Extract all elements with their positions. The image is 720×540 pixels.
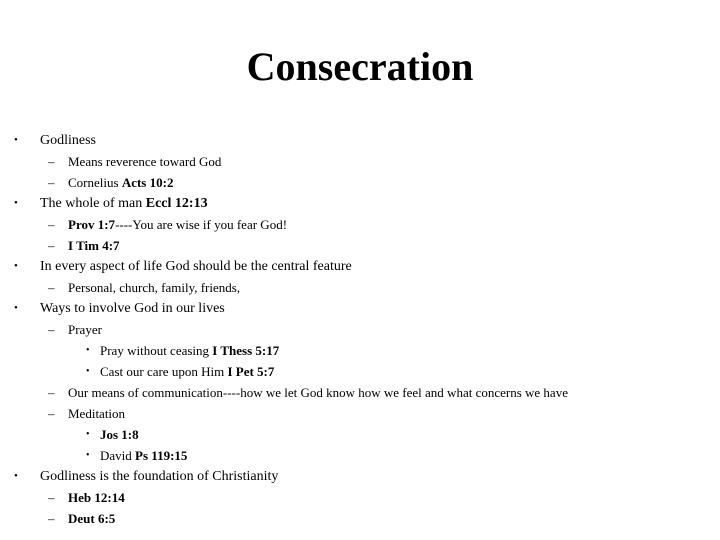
bullet-marker-level1: • [14,134,18,146]
bullet-text: David Ps 119:15 [100,445,187,466]
bullet-text: The whole of man Eccl 12:13 [40,193,208,214]
bullet-text: Prayer [68,319,102,340]
bullet-text-segment: Pray without ceasing [100,343,213,358]
bullet-line: • The whole of man Eccl 12:13 [0,193,720,214]
bullet-text: Heb 12:14 [68,487,125,508]
bullet-marker-level1: • [14,197,18,209]
bullet-text-segment: Means reverence toward God [68,154,222,169]
bullet-text-segment: ----You are wise if you fear God! [115,217,288,232]
scripture-reference: Heb 12:14 [68,490,125,505]
bullet-marker-level2: – [48,385,55,400]
bullet-line: • David Ps 119:15 [0,445,720,466]
bullet-text-segment: Personal, church, family, friends, [68,280,241,295]
slide-title: Consecration [246,44,474,89]
scripture-reference: I Thess 5:17 [212,343,280,358]
bullet-marker-level2: – [48,154,55,169]
bullet-marker-level2: – [48,406,55,421]
bullet-text: Godliness [40,130,96,151]
bullet-marker-level3: • [86,429,90,440]
bullet-line: • Ways to involve God in our lives [0,298,720,319]
bullet-text: Pray without ceasing I Thess 5:17 [100,340,279,361]
bullet-text-segment: Godliness is the foundation of Christian… [40,469,279,484]
bullet-text: Meditation [68,403,125,424]
bullet-marker-level1: • [14,260,18,272]
bullet-text: In every aspect of life God should be th… [40,256,352,277]
scripture-reference: I Pet 5:7 [227,364,275,379]
bullet-marker-level1: • [14,470,18,482]
bullet-line: • Pray without ceasing I Thess 5:17 [0,340,720,361]
scripture-reference: Acts 10:2 [121,175,174,190]
bullet-text-segment: Prayer [68,322,102,337]
bullet-text: Godliness is the foundation of Christian… [40,466,278,487]
bullet-line: • Cast our care upon Him I Pet 5:7 [0,361,720,382]
bullet-line: – Heb 12:14 [0,487,720,508]
bullet-text: Jos 1:8 [100,424,139,445]
scripture-reference: Deut 6:5 [68,511,116,526]
bullet-text-segment: The whole of man [40,196,146,211]
bullet-marker-level2: – [48,490,55,505]
bullet-text: Prov 1:7----You are wise if you fear God… [68,214,287,235]
bullet-text-segment: Cast our care upon Him [100,364,228,379]
bullet-line: • Jos 1:8 [0,424,720,445]
bullet-text: Ways to involve God in our lives [40,298,225,319]
bullet-line: – Prov 1:7----You are wise if you fear Go… [0,214,720,235]
bullet-marker-level2: – [48,280,55,295]
bullet-marker-level3: • [86,450,90,461]
bullet-text-segment: Ways to involve God in our lives [40,301,225,316]
presentation-slide: Consecration • Godliness – Means reverence … [0,0,720,540]
bullet-line: – Prayer [0,319,720,340]
bullet-line: • Godliness is the foundation of Christia… [0,466,720,487]
bullet-text-segment: David [100,448,136,463]
bullet-line: • In every aspect of life God should be t… [0,256,720,277]
scripture-reference: Ps 119:15 [135,448,188,463]
bullet-text: Cast our care upon Him I Pet 5:7 [100,361,274,382]
bullet-marker-level3: • [86,366,90,377]
bullet-marker-level3: • [86,345,90,356]
bullet-line: – Cornelius Acts 10:2 [0,172,720,193]
bullet-marker-level2: – [48,511,55,526]
bullet-line: – Deut 6:5 [0,508,720,529]
bullet-line: – I Tim 4:7 [0,235,720,256]
bullet-text: Our means of communication----how we let… [68,382,568,403]
bullet-text: Deut 6:5 [68,508,115,529]
scripture-reference: Eccl 12:13 [145,196,208,211]
bullet-marker-level1: • [14,302,18,314]
bullet-text: Personal, church, family, friends, [68,277,240,298]
bullet-line: – Meditation [0,403,720,424]
slide-body-content: • Godliness – Means reverence toward God – Co… [0,130,720,529]
bullet-line: – Our means of communication----how we le… [0,382,720,403]
scripture-reference: Prov 1:7 [68,217,116,232]
scripture-reference: Jos 1:8 [100,427,139,442]
bullet-marker-level2: – [48,322,55,337]
bullet-marker-level2: – [48,175,55,190]
bullet-line: – Personal, church, family, friends, [0,277,720,298]
bullet-text-segment: Meditation [68,406,126,421]
bullet-text-segment: Our means of communication----how we let… [68,385,568,400]
scripture-reference: I Tim 4:7 [68,238,120,253]
bullet-text: Cornelius Acts 10:2 [68,172,173,193]
bullet-text-segment: Cornelius [68,175,122,190]
bullet-line: • Godliness [0,130,720,151]
bullet-text: Means reverence toward God [68,151,221,172]
bullet-marker-level2: – [48,217,55,232]
bullet-marker-level2: – [48,238,55,253]
bullet-line: – Means reverence toward God [0,151,720,172]
bullet-text-segment: Godliness [40,133,96,148]
bullet-text-segment: In every aspect of life God should be th… [40,259,352,274]
bullet-text: I Tim 4:7 [68,235,120,256]
